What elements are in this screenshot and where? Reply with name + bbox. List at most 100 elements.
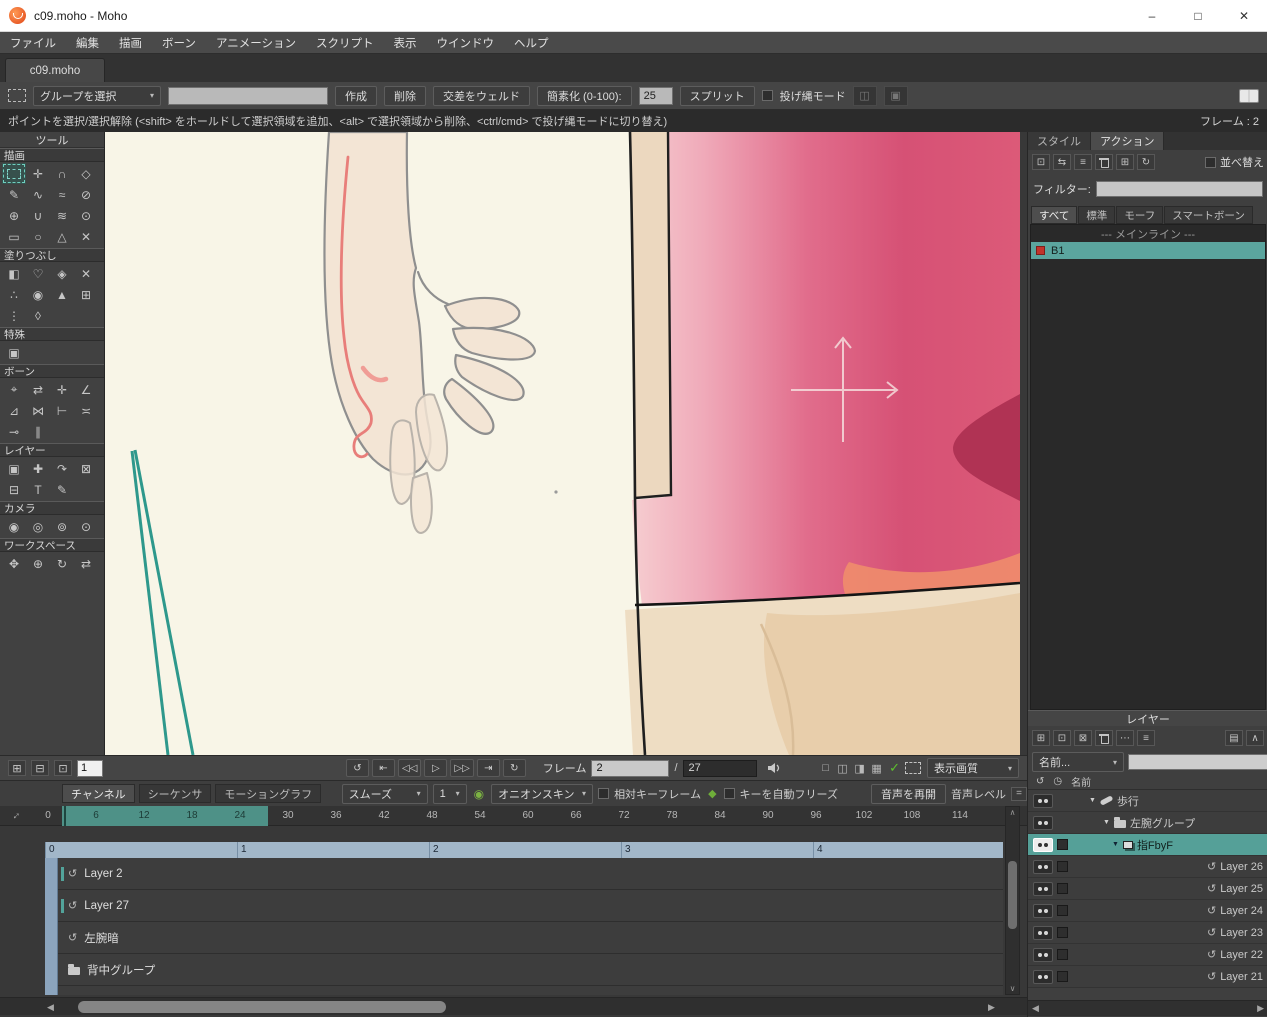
speaker-icon[interactable]: [762, 759, 786, 777]
close-button[interactable]: ✕: [1221, 0, 1267, 31]
tool-button[interactable]: ✕: [74, 263, 98, 284]
manual-book-icon[interactable]: [1239, 88, 1259, 103]
layer-icon-button[interactable]: [1095, 730, 1113, 746]
menu-item[interactable]: 編集: [66, 32, 109, 53]
action-icon-button[interactable]: [1095, 154, 1113, 170]
tool-button[interactable]: ⊞: [74, 284, 98, 305]
tool-button[interactable]: ◊: [26, 305, 50, 326]
tool-button[interactable]: ◉: [26, 284, 50, 305]
display-quality-dropdown[interactable]: 表示画質 ▾: [927, 758, 1019, 778]
layer-visibility-toggle[interactable]: [1033, 815, 1053, 830]
tool-button[interactable]: ⇄: [74, 553, 98, 574]
vscroll-thumb[interactable]: [1008, 861, 1017, 929]
action-row[interactable]: B1: [1031, 242, 1265, 259]
panel-tab[interactable]: スタイル: [1028, 132, 1091, 150]
tool-button[interactable]: ≋: [50, 205, 74, 226]
weld-button[interactable]: 交差をウェルド: [433, 85, 530, 106]
minimize-button[interactable]: –: [1129, 0, 1175, 31]
tool-button[interactable]: ✚: [26, 458, 50, 479]
resume-audio-button[interactable]: 音声を再開: [871, 783, 946, 804]
layer-visibility-toggle[interactable]: [1033, 793, 1053, 808]
tool-button[interactable]: ✕: [74, 226, 98, 247]
filter-tab[interactable]: モーフ: [1116, 206, 1164, 224]
filter-input[interactable]: [1095, 181, 1263, 197]
expander-icon[interactable]: ▼: [1103, 819, 1110, 826]
layer-visibility-toggle[interactable]: [1033, 837, 1053, 852]
tool-button[interactable]: ♡: [26, 263, 50, 284]
create-button[interactable]: 作成: [335, 85, 377, 106]
filter-tab[interactable]: すべて: [1031, 206, 1078, 224]
step-input[interactable]: [77, 759, 103, 777]
layers-search-input[interactable]: [1128, 754, 1267, 770]
timeline-track-row[interactable]: 背中グループ: [58, 954, 1003, 986]
tool-button[interactable]: ∴: [2, 284, 26, 305]
layer-icon-button[interactable]: ⋯: [1116, 730, 1134, 746]
tool-button[interactable]: ▭: [2, 226, 26, 247]
tool-button[interactable]: ◧: [2, 263, 26, 284]
simplify-button[interactable]: 簡素化 (0-100):: [537, 85, 632, 106]
tool-button[interactable]: ○: [26, 226, 50, 247]
layer-checkbox[interactable]: [1057, 971, 1068, 982]
tool-button[interactable]: ✎: [2, 184, 26, 205]
tool-button[interactable]: ⊕: [2, 205, 26, 226]
tool-button[interactable]: ◎: [26, 516, 50, 537]
onion-skin-icon[interactable]: ◉: [474, 787, 484, 801]
seconds-ruler[interactable]: 01234: [45, 842, 1003, 858]
split-button[interactable]: スプリット: [679, 85, 755, 106]
tool-button[interactable]: ⊚: [50, 516, 74, 537]
tool-button[interactable]: ⊙: [74, 516, 98, 537]
layer-visibility-toggle[interactable]: [1033, 969, 1053, 984]
tool-button[interactable]: ∠: [74, 379, 98, 400]
view-mode-button[interactable]: □: [818, 762, 833, 775]
resize-panel-icon[interactable]: ↔: [7, 807, 23, 823]
filter-tab[interactable]: スマートボーン: [1164, 206, 1253, 224]
keyframe-icon-button[interactable]: ⊞: [8, 760, 26, 776]
menu-item[interactable]: ボーン: [152, 32, 206, 53]
layer-checkbox[interactable]: [1057, 839, 1068, 850]
filter-tab[interactable]: 標準: [1078, 206, 1116, 224]
menu-item[interactable]: ファイル: [0, 32, 66, 53]
tool-button[interactable]: ⊙: [74, 205, 98, 226]
playback-button[interactable]: ↻: [502, 759, 526, 777]
tool-button[interactable]: ⇄: [26, 379, 50, 400]
panel-tab[interactable]: アクション: [1091, 132, 1165, 150]
layer-checkbox[interactable]: [1057, 927, 1068, 938]
tool-button[interactable]: △: [50, 226, 74, 247]
timeline-track-row[interactable]: Layer 2: [58, 858, 1003, 890]
tool-button[interactable]: ◇: [74, 163, 98, 184]
tool-button[interactable]: ⊠: [74, 458, 98, 479]
tool-button[interactable]: ⊘: [74, 184, 98, 205]
layer-row[interactable]: ▼ 指FbyF: [1028, 834, 1267, 856]
action-icon-button[interactable]: ↻: [1137, 154, 1155, 170]
hscroll-thumb[interactable]: [78, 1001, 446, 1013]
audio-level-value[interactable]: =: [1011, 786, 1027, 801]
tool-button[interactable]: ≍: [74, 400, 98, 421]
menu-item[interactable]: スクリプト: [306, 32, 384, 53]
frame-bounds-icon[interactable]: [905, 762, 921, 774]
timeline-vscrollbar[interactable]: ∧ ∨: [1005, 806, 1020, 995]
relative-keyframes-checkbox[interactable]: [598, 788, 610, 799]
menu-item[interactable]: アニメーション: [206, 32, 306, 53]
expander-icon[interactable]: ▼: [1089, 797, 1096, 804]
timeline-tab[interactable]: チャンネル: [62, 784, 135, 803]
tool-button[interactable]: ✥: [2, 553, 26, 574]
layer-row[interactable]: Layer 23: [1028, 922, 1267, 944]
scroll-right-icon[interactable]: ▶: [1257, 1003, 1264, 1014]
layer-visibility-toggle[interactable]: [1033, 925, 1053, 940]
layer-checkbox[interactable]: [1057, 883, 1068, 894]
tool-button[interactable]: ↻: [50, 553, 74, 574]
tool-button[interactable]: ⊸: [2, 421, 26, 442]
menu-item[interactable]: ヘルプ: [504, 32, 559, 53]
playback-button[interactable]: ◁◁: [398, 759, 422, 777]
timeline-hscrollbar[interactable]: ◀ ▶: [0, 997, 1027, 1015]
canvas[interactable]: [105, 132, 1020, 755]
tool-button[interactable]: ▣: [2, 342, 26, 363]
tool-button[interactable]: ▲: [50, 284, 74, 305]
action-icon-button[interactable]: ≡: [1074, 154, 1092, 170]
auto-freeze-checkbox[interactable]: [723, 788, 735, 799]
lasso-free-icon[interactable]: ▣: [883, 85, 908, 106]
layer-checkbox[interactable]: [1057, 949, 1068, 960]
layer-row[interactable]: Layer 25: [1028, 878, 1267, 900]
layer-row[interactable]: Layer 21: [1028, 966, 1267, 988]
group-select-dropdown[interactable]: グループを選択 ▾: [33, 85, 161, 106]
